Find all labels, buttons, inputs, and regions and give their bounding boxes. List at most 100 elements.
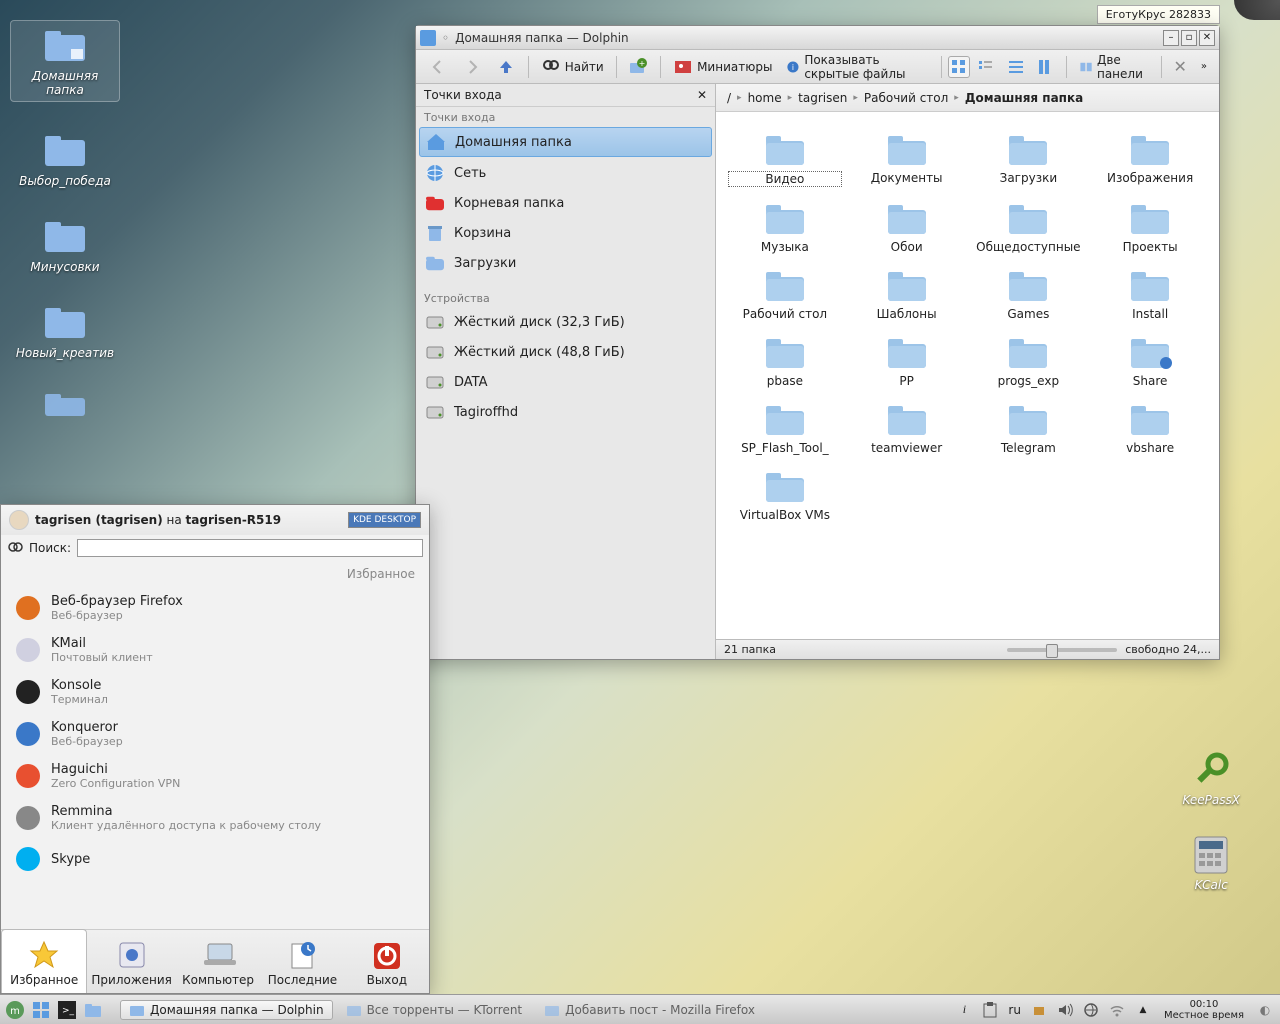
place-item[interactable]: Корзина	[416, 218, 715, 248]
folder-item[interactable]: PP	[846, 329, 968, 392]
folder-label: SP_Flash_Tool_	[728, 441, 842, 455]
taskbar-task[interactable]: Домашняя папка — Dolphin	[120, 1000, 333, 1020]
taskbar-task[interactable]: Все торренты — KTorrent	[337, 1000, 532, 1020]
favorite-app-item[interactable]: Веб-браузер FirefoxВеб-браузер	[1, 587, 429, 629]
favorite-app-item[interactable]: KonquerorВеб-браузер	[1, 713, 429, 755]
tray-volume-icon[interactable]	[1054, 999, 1076, 1021]
clock[interactable]: 00:10 Местное время	[1158, 999, 1250, 1021]
activities-icon[interactable]	[30, 999, 52, 1021]
desktop-icon-folder[interactable]	[15, 388, 115, 416]
window-titlebar[interactable]: ◦ Домашняя папка — Dolphin – ▫ ✕	[416, 26, 1219, 50]
favorite-app-item[interactable]: Skype	[1, 839, 429, 879]
desktop-icon-home[interactable]: Домашняя папка	[10, 20, 120, 102]
tray-network-icon[interactable]	[1080, 999, 1102, 1021]
up-button[interactable]	[490, 54, 522, 80]
zoom-slider[interactable]	[1007, 648, 1117, 652]
star-icon	[26, 940, 62, 970]
find-button[interactable]: Найти	[535, 54, 610, 80]
breadcrumb-segment[interactable]: /	[724, 89, 734, 107]
toolbar-overflow[interactable]: »	[1195, 58, 1213, 75]
new-folder-button[interactable]: +	[622, 54, 654, 80]
folder-item[interactable]: Загрузки	[968, 126, 1090, 191]
folder-item[interactable]: Проекты	[1089, 195, 1211, 258]
folder-item[interactable]: pbase	[724, 329, 846, 392]
folder-item[interactable]: Telegram	[968, 396, 1090, 459]
folder-item[interactable]: teamviewer	[846, 396, 968, 459]
favorite-app-item[interactable]: KonsoleТерминал	[1, 671, 429, 713]
tray-updates-icon[interactable]	[1028, 999, 1050, 1021]
place-item[interactable]: Сеть	[416, 158, 715, 188]
kickoff-tab-recent[interactable]: Последние	[260, 930, 344, 993]
place-item[interactable]: Домашняя папка	[419, 127, 712, 157]
breadcrumb-segment[interactable]: tagrisen	[795, 89, 850, 107]
desktop-icon-keepassx[interactable]: KeePassX	[1182, 750, 1240, 807]
folder-item[interactable]: Games	[968, 262, 1090, 325]
crumb-separator-icon: ▸	[788, 93, 793, 103]
tray-wifi-icon[interactable]	[1106, 999, 1128, 1021]
favorite-app-item[interactable]: HaguichiZero Configuration VPN	[1, 755, 429, 797]
thumbnails-button[interactable]: Миниатюры	[667, 54, 778, 80]
two-panels-button[interactable]: Две панели	[1073, 50, 1155, 84]
panel-cashew-icon[interactable]: ◐	[1254, 999, 1276, 1021]
folder-item[interactable]: Документы	[846, 126, 968, 191]
favorite-app-item[interactable]: RemminaКлиент удалённого доступа к рабоч…	[1, 797, 429, 839]
folder-item[interactable]: Изображения	[1089, 126, 1211, 191]
app-desc: Клиент удалённого доступа к рабочему сто…	[51, 819, 321, 832]
close-button[interactable]: ✕	[1199, 30, 1215, 46]
place-item[interactable]: Загрузки	[416, 248, 715, 278]
desktop-icon-kcalc[interactable]: KCalc	[1182, 835, 1240, 892]
tray-clipboard-icon[interactable]	[979, 999, 1001, 1021]
device-item[interactable]: Tagiroffhd	[416, 397, 715, 427]
search-input[interactable]	[77, 539, 423, 557]
breadcrumb-segment[interactable]: Домашняя папка	[962, 89, 1086, 107]
device-item[interactable]: Жёсткий диск (48,8 ГиБ)	[416, 337, 715, 367]
tray-lang[interactable]: ru	[1005, 999, 1024, 1021]
desktop-icon-folder[interactable]: Новый_креатив	[15, 302, 115, 360]
breadcrumb-segment[interactable]: Рабочий стол	[861, 89, 951, 107]
folder-item[interactable]: Install	[1089, 262, 1211, 325]
kickoff-tab-apps[interactable]: Приложения	[87, 930, 176, 993]
show-hidden-button[interactable]: iПоказывать скрытые файлы	[780, 50, 935, 84]
place-item[interactable]: Корневая папка	[416, 188, 715, 218]
show-hidden-label: Показывать скрытые файлы	[804, 53, 929, 81]
dolphin-window: ◦ Домашняя папка — Dolphin – ▫ ✕ Найти +…	[415, 25, 1220, 660]
folder-item[interactable]: Share	[1089, 329, 1211, 392]
folder-item[interactable]: Шаблоны	[846, 262, 968, 325]
start-button[interactable]: m	[4, 999, 26, 1021]
folder-item[interactable]: VirtualBox VMs	[724, 463, 846, 526]
folder-item[interactable]: Видео	[724, 126, 846, 191]
folder-item[interactable]: Обои	[846, 195, 968, 258]
view-details-button[interactable]	[1002, 56, 1030, 78]
close-tool-button[interactable]: ✕	[1167, 54, 1192, 79]
favorite-app-item[interactable]: KMailПочтовый клиент	[1, 629, 429, 671]
tray-info-icon[interactable]: i	[953, 999, 975, 1021]
cashew-corner[interactable]	[1234, 0, 1280, 20]
folder-item[interactable]: Общедоступные	[968, 195, 1090, 258]
tray-expand-icon[interactable]: ▲	[1132, 999, 1154, 1021]
breadcrumb-segment[interactable]: home	[745, 89, 785, 107]
view-columns-button[interactable]	[1032, 56, 1060, 78]
files-icon[interactable]	[82, 999, 104, 1021]
view-icons-button[interactable]	[948, 56, 970, 78]
folder-item[interactable]: SP_Flash_Tool_	[724, 396, 846, 459]
minimize-button[interactable]: –	[1163, 30, 1179, 46]
crumb-separator-icon: ▸	[954, 93, 959, 103]
desktop-icon-folder[interactable]: Выбор_победа	[15, 130, 115, 188]
view-compact-button[interactable]	[972, 56, 1000, 78]
folder-item[interactable]: Рабочий стол	[724, 262, 846, 325]
device-item[interactable]: DATA	[416, 367, 715, 397]
folder-item[interactable]: progs_exp	[968, 329, 1090, 392]
kickoff-tab-laptop[interactable]: Компьютер	[176, 930, 260, 993]
kickoff-tab-star[interactable]: Избранное	[1, 929, 87, 993]
folder-item[interactable]: Музыка	[724, 195, 846, 258]
taskbar-task[interactable]: Добавить пост - Mozilla Firefox	[535, 1000, 764, 1020]
file-grid[interactable]: ВидеоДокументыЗагрузкиИзображенияМузыкаО…	[716, 112, 1219, 639]
folder-item[interactable]: vbshare	[1089, 396, 1211, 459]
maximize-button[interactable]: ▫	[1181, 30, 1197, 46]
device-item[interactable]: Жёсткий диск (32,3 ГиБ)	[416, 307, 715, 337]
places-close-icon[interactable]: ✕	[697, 88, 707, 102]
kickoff-tab-power[interactable]: Выход	[345, 930, 429, 993]
desktop-icon-folder[interactable]: Минусовки	[15, 216, 115, 274]
terminal-icon[interactable]: >_	[56, 999, 78, 1021]
pin-icon[interactable]: ◦	[442, 31, 449, 45]
